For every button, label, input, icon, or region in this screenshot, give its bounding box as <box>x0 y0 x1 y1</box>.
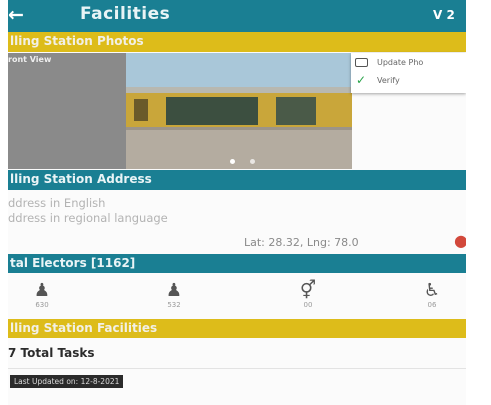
facilities-section-header: lling Station Facilities <box>8 319 466 338</box>
verify-option[interactable]: ✓ Verify <box>355 73 463 89</box>
male-electors: ♟ 630 <box>22 280 62 312</box>
coordinates-text: Lat: 28.32, Lng: 78.0 <box>244 236 359 249</box>
female-count: 532 <box>167 301 181 309</box>
female-icon: ♟ <box>165 280 183 301</box>
check-icon: ✓ <box>356 73 367 87</box>
address-english: ddress in English <box>8 196 106 210</box>
back-arrow-icon[interactable]: ← <box>8 4 24 26</box>
third-gender-electors: ⚥ 00 <box>286 280 330 312</box>
address-regional: ddress in regional language <box>8 211 168 225</box>
page-title: Facilities <box>80 4 171 24</box>
male-icon: ♟ <box>33 280 51 301</box>
carousel-dot-active[interactable] <box>230 159 235 164</box>
disabled-electors: ♿ 06 <box>412 280 452 312</box>
address-section-header: lling Station Address <box>8 170 466 190</box>
last-updated-badge: Last Updated on: 12-8-2021 <box>10 375 124 388</box>
electors-section-header: tal Electors [1162] <box>8 254 466 273</box>
version-label: V 2 <box>433 8 455 22</box>
carousel-dot[interactable] <box>250 159 255 164</box>
male-count: 630 <box>35 301 49 309</box>
update-photo-label: Update Pho <box>377 58 424 67</box>
third-gender-icon: ⚥ <box>299 280 317 301</box>
female-electors: ♟ 532 <box>154 280 194 312</box>
update-photo-option[interactable]: Update Pho <box>355 57 463 71</box>
map-pin-icon[interactable]: ● <box>454 231 466 250</box>
divider <box>8 368 466 369</box>
disabled-count: 06 <box>427 301 437 309</box>
camera-icon <box>355 58 368 67</box>
app-screen: ← Facilities V 2 lling Station Photos ro… <box>8 0 466 405</box>
third-gender-count: 00 <box>303 301 313 309</box>
station-photo[interactable] <box>126 53 352 169</box>
top-app-bar: ← Facilities V 2 <box>8 0 466 32</box>
total-tasks[interactable]: 7 Total Tasks <box>8 346 95 360</box>
photo-action-menu: Update Pho ✓ Verify <box>351 53 466 93</box>
photos-section-header: lling Station Photos <box>8 32 466 52</box>
front-view-label: ront View <box>8 55 52 64</box>
verify-label: Verify <box>377 76 400 85</box>
front-view-card[interactable] <box>8 53 126 169</box>
wheelchair-icon: ♿ <box>423 280 441 301</box>
